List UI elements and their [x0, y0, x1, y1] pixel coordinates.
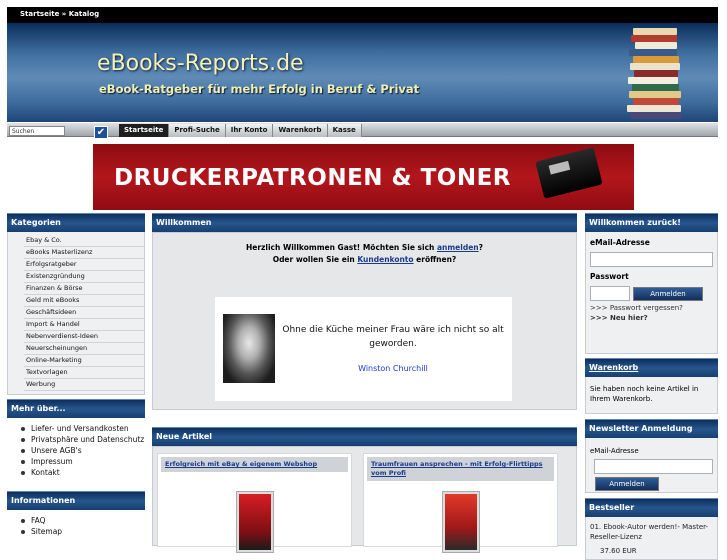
link-impressum[interactable]: Impressum — [19, 456, 145, 467]
breadcrumb[interactable]: Startseite » Katalog — [7, 7, 718, 23]
tab-kasse[interactable]: Kasse — [327, 124, 362, 137]
login-panel: eMail-Adresse Passwort Anmelden >>> Pass… — [585, 232, 718, 354]
category-item[interactable]: eBooks Masterlizenz — [24, 247, 144, 259]
article-title[interactable]: Erfolgreich mit eBay & eigenem Webshop — [161, 457, 348, 472]
link-sitemap[interactable]: Sitemap — [19, 526, 145, 537]
link-faq[interactable]: FAQ — [19, 515, 145, 526]
cart-header[interactable]: Warenkorb — [585, 358, 718, 377]
article-cover-image[interactable] — [443, 492, 479, 552]
new-here-link[interactable]: >>> Neu hier? — [586, 313, 717, 323]
category-item[interactable]: Finanzen & Börse — [24, 283, 144, 295]
category-item[interactable]: Online-Marketing — [24, 355, 144, 367]
churchill-portrait-image — [223, 314, 275, 383]
nav-tabs: Startseite Profi-Suche Ihr Konto Warenko… — [119, 124, 362, 137]
welcome-line2-end: eröffnen? — [413, 255, 457, 264]
tab-profi-suche[interactable]: Profi-Suche — [169, 124, 226, 137]
more-about-list: Liefer- und Versandkosten Privatsphäre u… — [7, 418, 145, 482]
login-header: Willkommen zurück! — [585, 213, 718, 232]
welcome-panel: Herzlich Willkommen Gast! Möchten Sie si… — [152, 232, 577, 410]
right-sidebar: Willkommen zurück! eMail-Adresse Passwor… — [585, 213, 718, 560]
category-item[interactable]: Existenzgründung — [24, 271, 144, 283]
email-label: eMail-Adresse — [590, 238, 650, 247]
quote-author: Winston Churchill — [358, 364, 428, 373]
welcome-line2: Oder wollen Sie ein — [272, 255, 358, 264]
site-slogan: eBook-Ratgeber für mehr Erfolg in Beruf … — [99, 82, 420, 96]
category-item[interactable]: Import & Handel — [24, 319, 144, 331]
welcome-line1: Herzlich Willkommen Gast! Möchten Sie si… — [245, 243, 437, 252]
books-stack-image — [625, 28, 685, 122]
more-about-header: Mehr über... — [7, 399, 145, 418]
tab-startseite[interactable]: Startseite — [119, 124, 170, 137]
bestseller-price: 37.60 EUR — [600, 547, 637, 555]
article-cover-image[interactable] — [237, 492, 273, 552]
new-articles-header: Neue Artikel — [152, 427, 577, 446]
link-kontakt[interactable]: Kontakt — [19, 467, 145, 478]
newsletter-email-label: eMail-Adresse — [590, 447, 639, 455]
category-item[interactable]: Ebay & Co. — [24, 235, 144, 247]
article-title[interactable]: Traumfrauen ansprechen - mit Erfolg-Flir… — [367, 457, 554, 481]
category-item[interactable]: Neuerscheinungen — [24, 343, 144, 355]
email-field[interactable] — [590, 252, 713, 267]
banner-text: DRUCKERPATRONEN & TONER — [114, 165, 512, 191]
quote-text: Ohne die Küche meiner Frau wäre ich nich… — [282, 325, 504, 349]
create-account-link[interactable]: Kundenkonto — [357, 255, 413, 264]
main-navbar: Suchen ✔ Startseite Profi-Suche Ihr Kont… — [7, 122, 718, 139]
category-item[interactable]: Werbung — [24, 379, 144, 391]
bestseller-header: Bestseller — [585, 498, 718, 517]
login-button[interactable]: Anmelden — [633, 286, 703, 301]
link-datenschutz[interactable]: Privatsphäre und Datenschutz — [19, 434, 145, 445]
password-label: Passwort — [590, 272, 629, 281]
welcome-header: Willkommen — [152, 213, 577, 232]
ad-banner[interactable]: DRUCKERPATRONEN & TONER — [93, 144, 634, 210]
quote-box: Ohne die Küche meiner Frau wäre ich nich… — [215, 297, 512, 401]
left-sidebar: Kategorien Ebay & Co. eBooks Masterlizen… — [7, 213, 145, 541]
password-field[interactable] — [590, 286, 630, 301]
category-item[interactable]: Geld mit eBooks — [24, 295, 144, 307]
cart-text: Sie haben noch keine Artikel in Ihrem Wa… — [585, 377, 718, 414]
search-input[interactable]: Suchen — [9, 126, 65, 136]
newsletter-email-field[interactable] — [594, 459, 713, 474]
forgot-password-link[interactable]: >>> Passwort vergessen? — [586, 303, 717, 313]
bestseller-item[interactable]: 01. Ebook-Autor werden!- Master-Reseller… — [586, 522, 717, 542]
article-card[interactable]: Erfolgreich mit eBay & eigenem Webshop — [157, 453, 352, 552]
newsletter-panel: eMail-Adresse Anmelden — [585, 438, 718, 493]
category-item[interactable]: Erfolgsratgeber — [24, 259, 144, 271]
article-card[interactable]: Traumfrauen ansprechen - mit Erfolg-Flir… — [363, 453, 558, 552]
site-title[interactable]: eBooks-Reports.de — [97, 51, 304, 76]
tab-ihr-konto[interactable]: Ihr Konto — [225, 124, 274, 137]
main-content: Willkommen Herzlich Willkommen Gast! Möc… — [152, 213, 577, 552]
info-list: FAQ Sitemap — [7, 510, 145, 541]
new-articles-panel: Erfolgreich mit eBay & eigenem Webshop T… — [152, 446, 577, 552]
welcome-line1-end: ? — [478, 243, 483, 252]
newsletter-header: Newsletter Anmeldung — [585, 419, 718, 438]
site-header: eBooks-Reports.de eBook-Ratgeber für meh… — [7, 23, 718, 122]
category-item[interactable]: Nebenverdienst-Ideen — [24, 331, 144, 343]
category-item[interactable]: Geschäftsideen — [24, 307, 144, 319]
link-versandkosten[interactable]: Liefer- und Versandkosten — [19, 423, 145, 434]
category-item[interactable]: Textvorlagen — [24, 367, 144, 379]
categories-list: Ebay & Co. eBooks Masterlizenz Erfolgsra… — [7, 232, 145, 395]
categories-header: Kategorien — [7, 213, 145, 232]
newsletter-button[interactable]: Anmelden — [595, 477, 659, 491]
login-link[interactable]: anmelden — [437, 243, 479, 252]
welcome-text: Herzlich Willkommen Gast! Möchten Sie si… — [153, 233, 576, 266]
bestseller-panel: 01. Ebook-Autor werden!- Master-Reseller… — [585, 517, 718, 560]
link-agb[interactable]: Unsere AGB's — [19, 445, 145, 456]
search-submit-checkbox-icon[interactable]: ✔ — [94, 126, 108, 139]
tab-warenkorb[interactable]: Warenkorb — [273, 124, 328, 137]
informationen-header: Informationen — [7, 491, 145, 510]
printer-cartridge-icon — [535, 147, 603, 199]
